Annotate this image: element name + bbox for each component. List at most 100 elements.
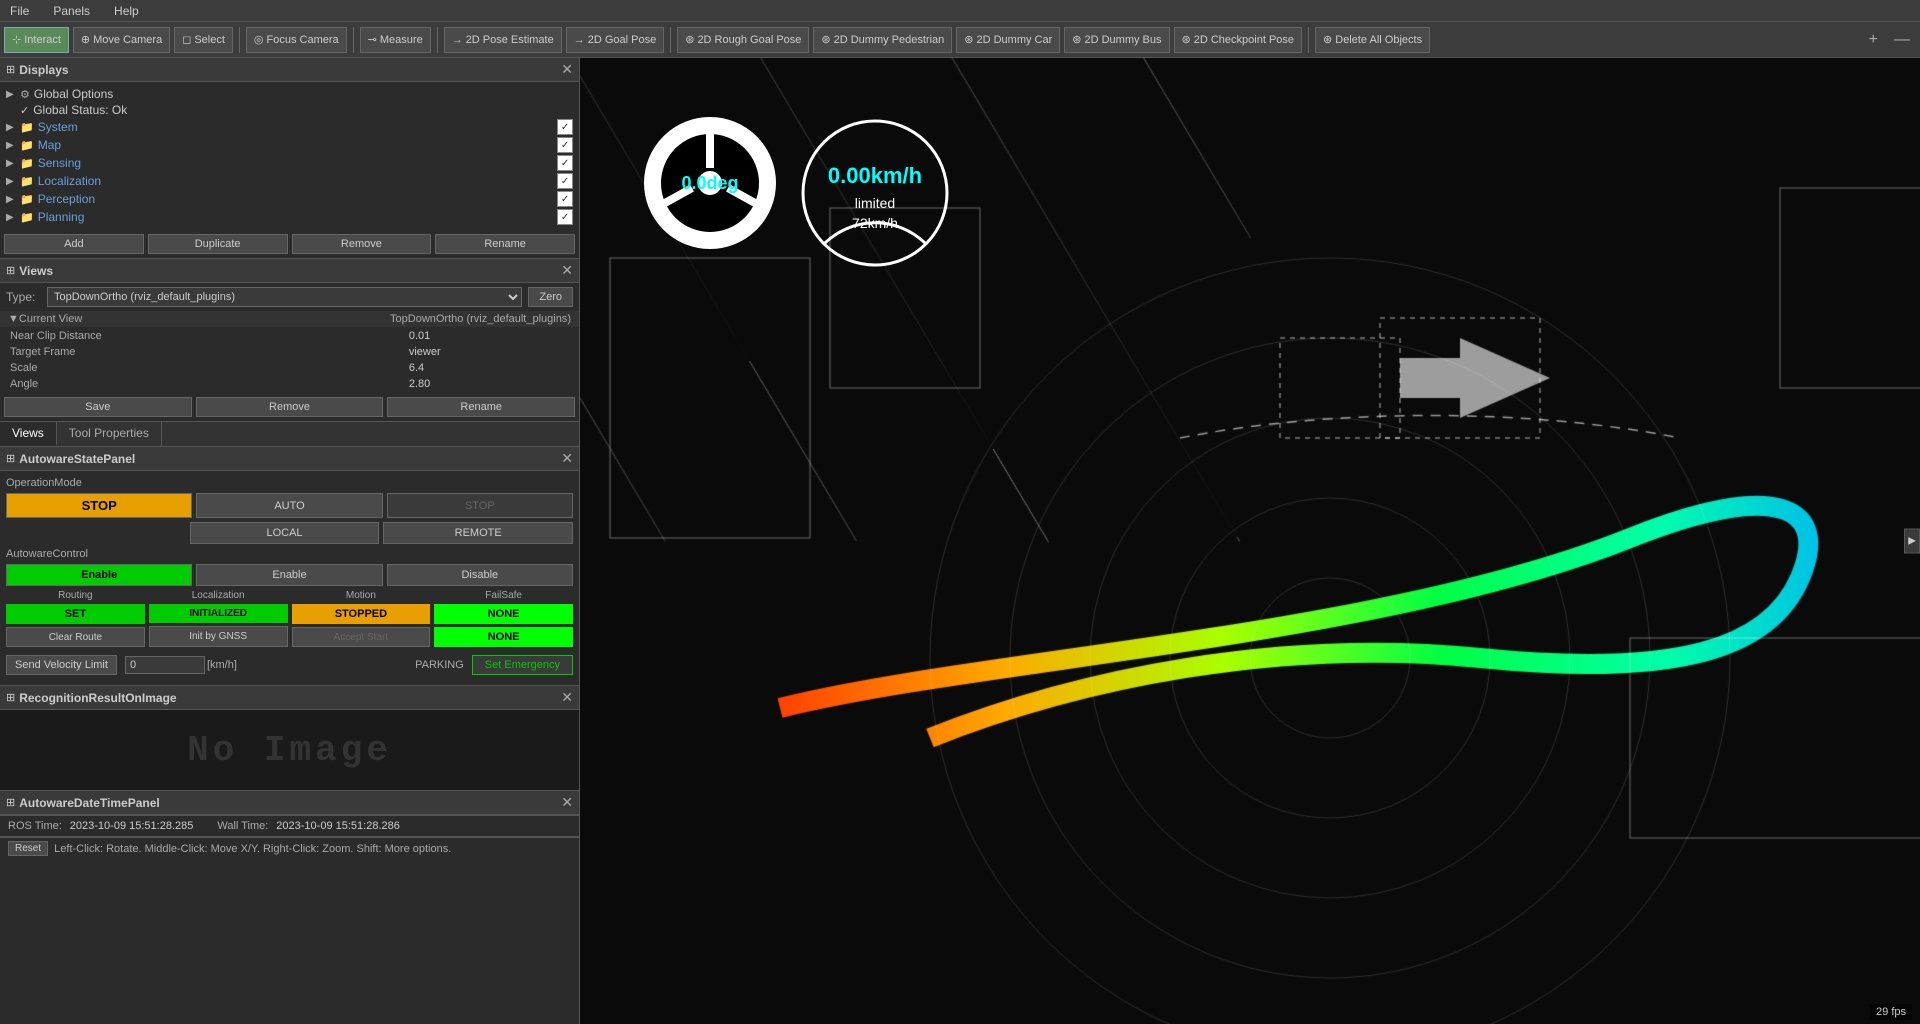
- tree-item-system[interactable]: ▶ 📁 System: [0, 118, 579, 136]
- datetime-close-button[interactable]: ✕: [561, 794, 573, 811]
- localization-checkbox[interactable]: [557, 173, 573, 189]
- dummy-pedestrian-label: 2D Dummy Pedestrian: [834, 34, 945, 46]
- stop-button[interactable]: STOP: [6, 493, 192, 518]
- status-ok-icon: ✓: [20, 104, 29, 117]
- tree-item-sensing[interactable]: ▶ 📁 Sensing: [0, 154, 579, 172]
- add-button[interactable]: Add: [4, 234, 144, 254]
- dummy-bus-button[interactable]: ⊛ 2D Dummy Bus: [1064, 27, 1169, 53]
- motion-col: Motion STOPPED Accept Start: [292, 590, 431, 647]
- perception-checkbox[interactable]: [557, 191, 573, 207]
- set-emergency-button[interactable]: Set Emergency: [472, 655, 573, 675]
- tree-item-map[interactable]: ▶ 📁 Map: [0, 136, 579, 154]
- angle-label: Angle: [2, 377, 399, 391]
- motion-status-badge: STOPPED: [292, 604, 431, 624]
- dummy-car-button[interactable]: ⊛ 2D Dummy Car: [956, 27, 1060, 53]
- menu-panels[interactable]: Panels: [47, 2, 96, 20]
- planning-checkbox[interactable]: [557, 209, 573, 225]
- recognition-close-button[interactable]: ✕: [561, 689, 573, 706]
- menu-file[interactable]: File: [4, 2, 35, 20]
- local-button[interactable]: LOCAL: [190, 522, 380, 544]
- interact-button[interactable]: ⊹ Interact: [4, 27, 69, 53]
- select-button[interactable]: ◻ Select: [174, 27, 233, 53]
- enable-active-button[interactable]: Enable: [6, 564, 192, 586]
- views-btn-row: Save Remove Rename: [0, 393, 579, 421]
- rough-icon: ⊛: [685, 33, 694, 46]
- target-frame-value: viewer: [401, 345, 577, 359]
- toolbar-separator-4: [670, 27, 671, 53]
- tree-item-planning[interactable]: ▶ 📁 Planning: [0, 208, 579, 226]
- delete-all-button[interactable]: ⊛ Delete All Objects: [1315, 27, 1430, 53]
- rough-goal-button[interactable]: ⊛ 2D Rough Goal Pose: [677, 27, 809, 53]
- map-view[interactable]: 0.0deg 0.00km/h limited 72km/h 29 fps ▶: [580, 58, 1920, 1024]
- views-section: ⊞ Views ✕ Type: TopDownOrtho (rviz_defau…: [0, 259, 579, 422]
- camera-move-icon: ⊕: [81, 33, 90, 46]
- views-remove-button[interactable]: Remove: [196, 397, 384, 417]
- focus-camera-button[interactable]: ◎ Focus Camera: [246, 27, 347, 53]
- main-layout: ⊞ Displays ✕ ▶ ⚙ Global Options ✓ Global…: [0, 58, 1920, 1024]
- disable-button[interactable]: Disable: [387, 564, 573, 586]
- pose-icon: →: [452, 34, 463, 46]
- toolbar-separator-5: [1308, 27, 1309, 53]
- toolbar-plus-icon[interactable]: +: [1863, 31, 1884, 49]
- sensing-checkbox[interactable]: [557, 155, 573, 171]
- init-gnss-button[interactable]: Init by GNSS: [149, 626, 288, 647]
- rename-button[interactable]: Rename: [435, 234, 575, 254]
- tree-label-global-status: Global Status: Ok: [33, 103, 573, 117]
- svg-text:0.00km/h: 0.00km/h: [828, 163, 922, 188]
- views-zero-button[interactable]: Zero: [528, 287, 573, 307]
- status-bar-hint: Left-Click: Rotate. Middle-Click: Move X…: [54, 843, 451, 855]
- current-view-type: TopDownOrtho (rviz_default_plugins): [390, 313, 571, 325]
- send-velocity-button[interactable]: Send Velocity Limit: [6, 655, 117, 675]
- tree-item-perception[interactable]: ▶ 📁 Perception: [0, 190, 579, 208]
- tab-views[interactable]: Views: [0, 422, 57, 446]
- auto-button[interactable]: AUTO: [196, 493, 382, 518]
- displays-header: ⊞ Displays ✕: [0, 58, 579, 82]
- move-camera-button[interactable]: ⊕ Move Camera: [73, 27, 170, 53]
- 2d-goal-button[interactable]: → 2D Goal Pose: [566, 27, 664, 53]
- views-rename-button[interactable]: Rename: [387, 397, 575, 417]
- tree-label-planning: Planning: [38, 210, 298, 224]
- map-checkbox[interactable]: [557, 137, 573, 153]
- displays-close-button[interactable]: ✕: [561, 61, 573, 78]
- wall-time-value: 2023-10-09 15:51:28.286: [276, 820, 400, 832]
- velocity-unit: [km/h]: [207, 659, 237, 671]
- views-save-button[interactable]: Save: [4, 397, 192, 417]
- current-view-table: Near Clip Distance 0.01 Target Frame vie…: [0, 327, 579, 393]
- steering-wheel-svg: 0.0deg: [640, 113, 780, 253]
- duplicate-button[interactable]: Duplicate: [148, 234, 288, 254]
- views-type-select[interactable]: TopDownOrtho (rviz_default_plugins): [47, 287, 522, 307]
- routing-col: Routing SET Clear Route: [6, 590, 145, 647]
- tree-item-global-options[interactable]: ▶ ⚙ Global Options: [0, 86, 579, 102]
- autoware-state-close-button[interactable]: ✕: [561, 450, 573, 467]
- tree-item-global-status[interactable]: ✓ Global Status: Ok: [0, 102, 579, 118]
- velocity-input[interactable]: [125, 656, 205, 674]
- dummy-pedestrian-button[interactable]: ⊛ 2D Dummy Pedestrian: [813, 27, 952, 53]
- datetime-title: AutowareDateTimePanel: [19, 796, 160, 810]
- 2d-goal-label: 2D Goal Pose: [588, 34, 656, 46]
- localization-col: Localization INITIALIZED Init by GNSS: [149, 590, 288, 647]
- system-checkbox[interactable]: [557, 119, 573, 135]
- autoware-control-label: AutowareControl: [6, 548, 573, 560]
- 2d-pose-button[interactable]: → 2D Pose Estimate: [444, 27, 562, 53]
- expand-panel-button[interactable]: ▶: [1904, 529, 1920, 554]
- toolbar-minus-icon[interactable]: —: [1888, 31, 1916, 49]
- tree-item-localization[interactable]: ▶ 📁 Localization: [0, 172, 579, 190]
- tree-arrow-map: ▶: [6, 140, 20, 151]
- tab-tool-properties[interactable]: Tool Properties: [57, 422, 162, 446]
- checkpoint-button[interactable]: ⊛ 2D Checkpoint Pose: [1174, 27, 1303, 53]
- measure-button[interactable]: ⊸ Measure: [360, 27, 431, 53]
- remove-button[interactable]: Remove: [292, 234, 432, 254]
- remote-button[interactable]: REMOTE: [383, 522, 573, 544]
- fps-badge: 29 fps: [1870, 1004, 1912, 1020]
- clear-route-button[interactable]: Clear Route: [6, 627, 145, 647]
- near-clip-value: 0.01: [401, 329, 577, 343]
- view-row-near-clip: Near Clip Distance 0.01: [2, 329, 577, 343]
- views-close-button[interactable]: ✕: [561, 262, 573, 279]
- delete-icon: ⊛: [1323, 33, 1332, 46]
- autoware-panel-content: OperationMode STOP AUTO STOP LOCAL REMOT…: [0, 471, 579, 685]
- datetime-header: ⊞ AutowareDateTimePanel ✕: [0, 791, 579, 815]
- menu-help[interactable]: Help: [108, 2, 145, 20]
- reset-button[interactable]: Reset: [8, 841, 48, 856]
- speed-display-svg: 0.00km/h limited 72km/h: [795, 113, 955, 278]
- menu-bar: File Panels Help: [0, 0, 1920, 22]
